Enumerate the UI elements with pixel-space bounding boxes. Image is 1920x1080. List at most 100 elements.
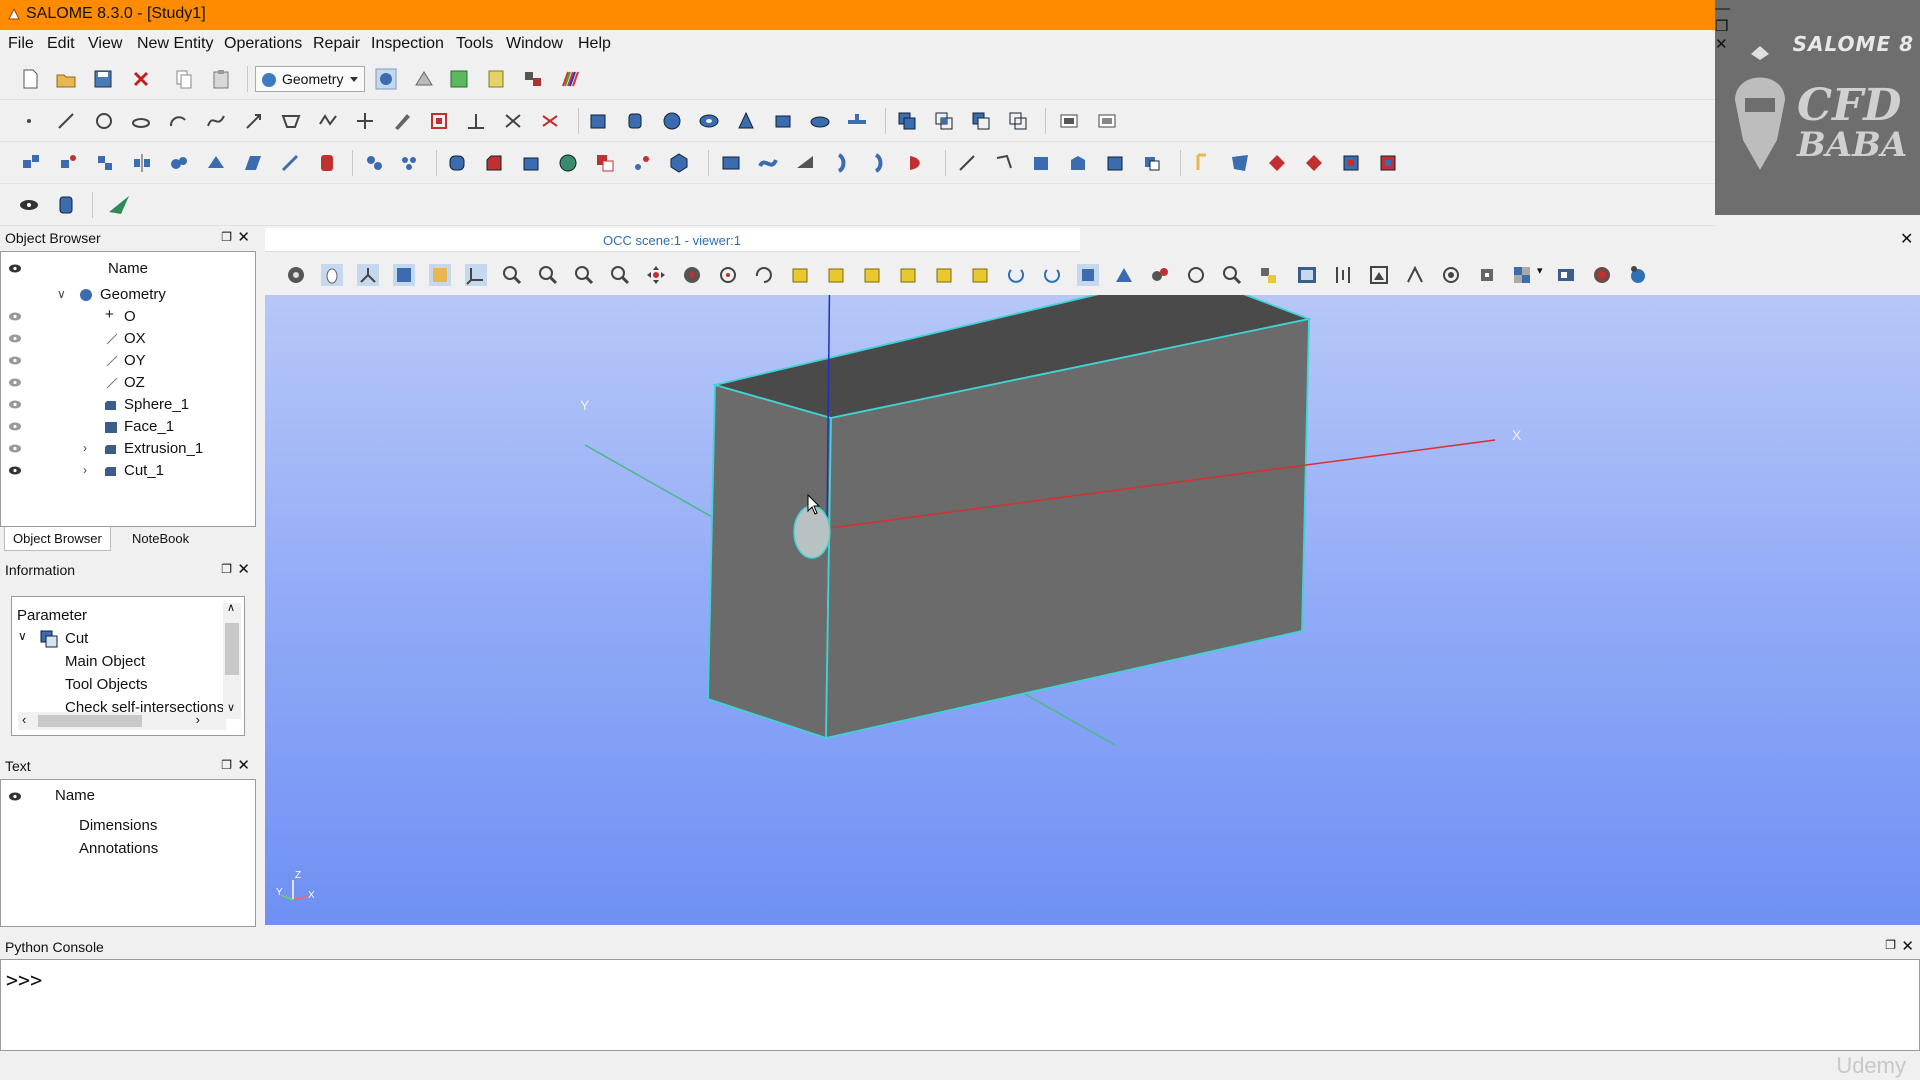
float-icon[interactable]: ❐ [221, 562, 232, 576]
solid-icon[interactable] [1104, 152, 1126, 174]
tree-item-oy[interactable]: OY [1, 350, 251, 372]
close-icon[interactable]: ✕ [1901, 937, 1914, 955]
menu-repair[interactable]: Repair [313, 35, 360, 53]
show-all-icon[interactable] [55, 194, 77, 216]
front-view-icon[interactable] [789, 264, 811, 286]
point-icon[interactable] [18, 110, 40, 132]
section-icon[interactable] [1007, 110, 1029, 132]
eye-icon[interactable] [8, 356, 22, 365]
show-trihedron-icon[interactable] [465, 264, 487, 286]
multi-translation-icon[interactable] [316, 152, 338, 174]
open-folder-icon[interactable] [55, 68, 77, 90]
environment-texture-icon[interactable] [1511, 264, 1533, 286]
build-wire-icon[interactable] [757, 152, 779, 174]
paste-icon[interactable] [210, 68, 232, 90]
chamfer-icon[interactable] [483, 152, 505, 174]
tab-notebook[interactable]: NoteBook [124, 527, 197, 551]
close-viewer-icon[interactable]: ✕ [1900, 229, 1913, 249]
chevron-right-icon[interactable]: › [196, 712, 200, 727]
close-icon[interactable]: ✕ [237, 560, 250, 578]
quadrangle-face-icon[interactable] [1229, 152, 1251, 174]
menu-tools[interactable]: Tools [456, 35, 493, 53]
change-rotation-point-icon[interactable] [717, 264, 739, 286]
wire-icon[interactable] [993, 152, 1015, 174]
copy-icon[interactable] [173, 68, 195, 90]
menu-operations[interactable]: Operations [224, 35, 302, 53]
tree-item-ox[interactable]: OX [1, 328, 251, 350]
occ-3d-viewport[interactable]: X Y Z X Y [265, 295, 1920, 925]
float-icon[interactable]: ❐ [1885, 938, 1896, 952]
stereo-icon[interactable] [1440, 264, 1462, 286]
eye-icon[interactable] [8, 466, 22, 475]
menu-help[interactable]: Help [578, 35, 611, 53]
synchronize-view-icon[interactable] [1555, 264, 1577, 286]
scaling-icon[interactable] [1296, 264, 1318, 286]
eye-icon[interactable] [8, 334, 22, 343]
yacs-module-icon[interactable] [485, 68, 507, 90]
mirror-icon[interactable] [131, 152, 153, 174]
marker-icon[interactable] [428, 110, 450, 132]
clone-view-icon[interactable] [1113, 264, 1135, 286]
bottom-view-icon[interactable] [897, 264, 919, 286]
curve-icon[interactable] [205, 110, 227, 132]
build-edge-icon[interactable] [720, 152, 742, 174]
box-icon[interactable] [587, 110, 609, 132]
eye-icon[interactable] [8, 312, 22, 321]
tree-item-o[interactable]: + O [1, 306, 251, 328]
chevron-up-icon[interactable]: ∧ [227, 601, 235, 614]
extrusion-icon[interactable] [520, 152, 542, 174]
multi-transformation-icon[interactable] [1340, 152, 1362, 174]
fuse-icon[interactable] [896, 110, 918, 132]
background-icon[interactable] [1627, 264, 1649, 286]
tree-item-extrusion-1[interactable]: › Extrusion_1 [1, 438, 251, 460]
preselection-icon[interactable] [393, 264, 415, 286]
menu-window[interactable]: Window [506, 35, 563, 53]
lcs-icon[interactable] [354, 110, 376, 132]
geometry-module-button-icon[interactable] [375, 68, 397, 90]
tree-item-geometry[interactable]: ∨ Geometry [1, 284, 251, 306]
maximize-view-icon[interactable] [1591, 264, 1613, 286]
rotate-clockwise-icon[interactable] [1041, 264, 1063, 286]
interaction-style-icon[interactable] [321, 264, 343, 286]
scale-icon[interactable] [168, 152, 190, 174]
tree-item-cut-1[interactable]: › Cut_1 [1, 460, 251, 482]
vector-icon[interactable] [243, 110, 265, 132]
zooming-style-icon[interactable] [357, 264, 379, 286]
new-document-icon[interactable] [19, 68, 41, 90]
explode-blocks-icon[interactable] [1377, 152, 1399, 174]
edge-icon[interactable] [956, 152, 978, 174]
eye-icon[interactable] [8, 378, 22, 387]
3d-sketch-icon[interactable] [502, 110, 524, 132]
jobmanager-module-icon[interactable] [522, 68, 544, 90]
arc-icon[interactable] [167, 110, 189, 132]
location-icon[interactable] [94, 152, 116, 174]
close-icon[interactable]: ✕ [237, 756, 250, 774]
tree-item-sphere-1[interactable]: Sphere_1 [1, 394, 251, 416]
3d-scene[interactable]: X Y Z X Y [265, 295, 1920, 925]
menu-file[interactable]: File [8, 35, 34, 53]
scrollbar-thumb[interactable] [38, 715, 142, 727]
global-pan-icon[interactable] [681, 264, 703, 286]
translation-icon[interactable] [20, 152, 42, 174]
offset-icon[interactable] [205, 152, 227, 174]
chevron-right-icon[interactable]: › [83, 463, 87, 477]
vertical-scrollbar[interactable]: ∧ ∨ [223, 601, 241, 719]
toggle-projection-icon[interactable] [1404, 264, 1426, 286]
float-icon[interactable]: ❐ [221, 758, 232, 772]
memorize-view-icon[interactable] [1185, 264, 1207, 286]
line-icon[interactable] [55, 110, 77, 132]
fit-area-icon[interactable] [537, 264, 559, 286]
clipping-icon[interactable] [1149, 264, 1171, 286]
tree-item-face-1[interactable]: Face_1 [1, 416, 251, 438]
blocks-compound-icon[interactable] [1303, 152, 1325, 174]
common-icon[interactable] [933, 110, 955, 132]
menu-view[interactable]: View [88, 35, 122, 53]
chevron-down-icon[interactable]: ▾ [1537, 264, 1543, 277]
ambient-light-icon[interactable] [1368, 264, 1390, 286]
eye-icon[interactable] [8, 400, 22, 409]
info-main-object[interactable]: Main Object [65, 653, 145, 670]
circle-icon[interactable] [93, 110, 115, 132]
menu-edit[interactable]: Edit [47, 35, 75, 53]
revolution-icon[interactable] [557, 152, 579, 174]
graduated-axes-icon[interactable] [1332, 264, 1354, 286]
